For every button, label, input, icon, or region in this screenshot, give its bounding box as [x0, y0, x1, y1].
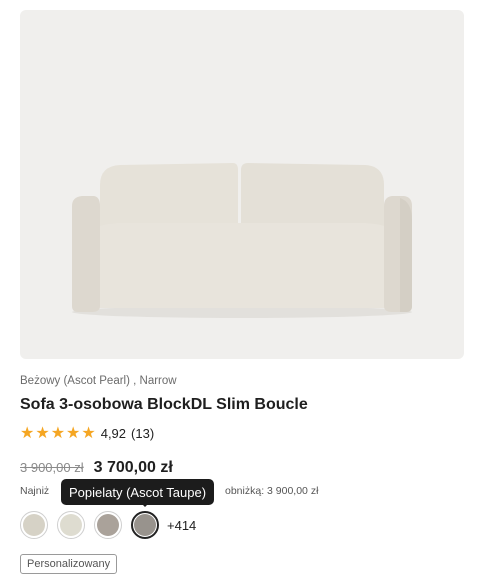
- price-block: 3 900,00 zł 3 700,00 zł: [20, 459, 173, 477]
- product-title[interactable]: Sofa 3-osobowa BlockDL Slim Boucle: [20, 396, 308, 414]
- swatch-fill: [97, 514, 119, 536]
- swatch-grey[interactable]: [131, 511, 159, 539]
- star-icon: ★: [20, 423, 35, 442]
- lowest-price-prefix: Najniż: [20, 485, 50, 497]
- current-price: 3 700,00 zł: [93, 459, 173, 476]
- product-image[interactable]: [20, 10, 464, 359]
- star-icon: ★: [81, 423, 96, 442]
- swatch-fill: [23, 514, 45, 536]
- tooltip-arrow: [139, 501, 151, 507]
- swatch-fill: [60, 514, 82, 536]
- color-swatches: +414: [20, 511, 196, 539]
- color-tooltip: Popielaty (Ascot Taupe): [61, 479, 215, 507]
- lowest-price-suffix: obniżką: 3 900,00 zł: [225, 485, 319, 497]
- tooltip-text: Popielaty (Ascot Taupe): [69, 484, 207, 500]
- rating[interactable]: ★ ★ ★ ★ ★ 4,92 (13): [20, 424, 154, 442]
- star-icon: ★: [66, 423, 81, 442]
- swatch-beige[interactable]: [20, 511, 48, 539]
- rating-stars: ★ ★ ★ ★ ★: [20, 425, 97, 441]
- sofa-illustration: [72, 163, 412, 318]
- variant-label: Beżowy (Ascot Pearl) , Narrow: [20, 375, 177, 387]
- rating-count: (13): [131, 425, 155, 441]
- old-price: 3 900,00 zł: [20, 460, 84, 475]
- swatch-taupe[interactable]: [94, 511, 122, 539]
- swatch-fill: [134, 514, 156, 536]
- star-icon: ★: [50, 423, 66, 442]
- personalized-badge: Personalizowany: [20, 554, 118, 574]
- rating-value: 4,92: [100, 425, 127, 441]
- star-icon: ★: [35, 423, 50, 442]
- more-colors-link[interactable]: +414: [167, 518, 196, 533]
- swatch-light-beige[interactable]: [57, 511, 85, 539]
